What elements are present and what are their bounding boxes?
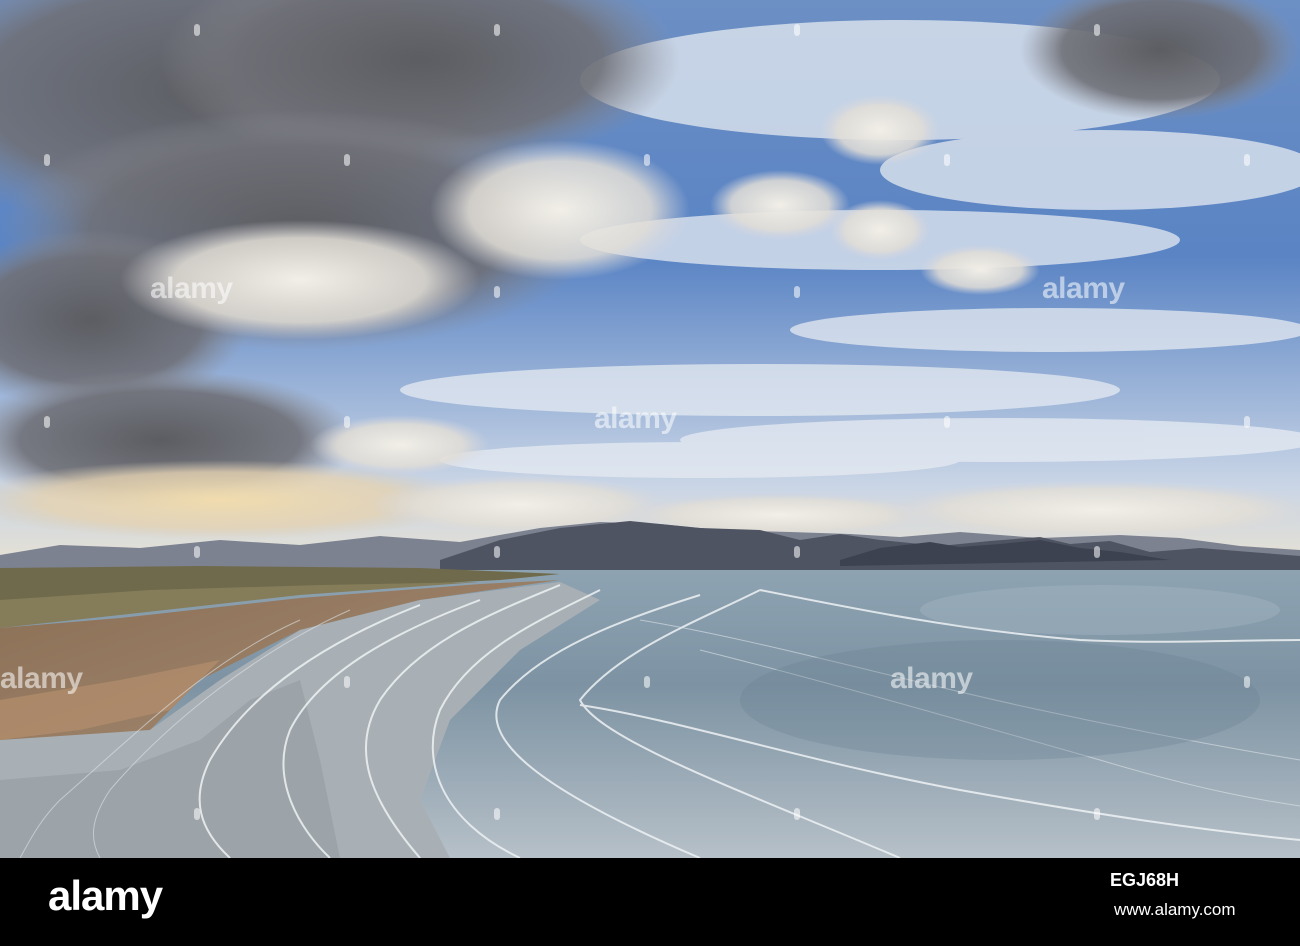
watermark-dot: [344, 416, 350, 428]
watermark-dot: [1244, 676, 1250, 688]
watermark-dot: [1094, 546, 1100, 558]
watermark-text: alamy: [890, 662, 973, 695]
watermark-dot: [794, 808, 800, 820]
alamy-logo: alamy: [48, 872, 163, 919]
watermark-dot: [794, 546, 800, 558]
image-id: EGJ68H: [1110, 870, 1180, 890]
watermark-dot: [794, 286, 800, 298]
watermark-dot: [644, 154, 650, 166]
watermark-dot: [344, 154, 350, 166]
landscape-photo: alamy alamy alamy alamy alamy: [0, 0, 1300, 858]
watermark-dot: [344, 676, 350, 688]
watermark-text: alamy: [1042, 272, 1125, 305]
watermark-dot: [194, 24, 200, 36]
watermark-dot: [1244, 416, 1250, 428]
watermark-dot: [44, 416, 50, 428]
watermark-dot: [1094, 24, 1100, 36]
watermark-dot: [44, 154, 50, 166]
watermark-dot: [1094, 808, 1100, 820]
site-url: www.alamy.com: [1114, 900, 1236, 919]
watermark-dot: [944, 416, 950, 428]
watermark-dot: [194, 808, 200, 820]
watermark-dot: [794, 24, 800, 36]
watermark-dot: [494, 24, 500, 36]
watermark-dot: [1244, 154, 1250, 166]
watermark-text: alamy: [0, 662, 83, 695]
watermark-dot: [644, 676, 650, 688]
watermark-dot: [494, 286, 500, 298]
watermark-dot: [494, 546, 500, 558]
footer-bar: [0, 858, 1300, 946]
watermark-dot: [944, 154, 950, 166]
watermark-text: alamy: [150, 272, 233, 305]
watermark-dot: [494, 808, 500, 820]
watermark-text: alamy: [594, 402, 677, 435]
watermark-dot: [194, 546, 200, 558]
